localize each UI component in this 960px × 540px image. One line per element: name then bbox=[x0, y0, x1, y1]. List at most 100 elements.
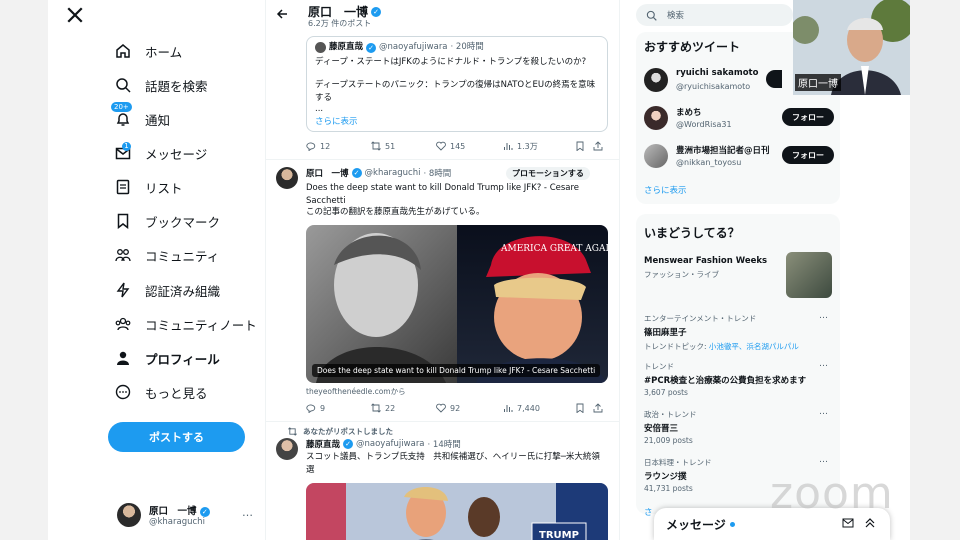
follow-button[interactable]: フォロー bbox=[782, 108, 834, 126]
reply-button[interactable]: 12 bbox=[306, 141, 371, 151]
avatar[interactable] bbox=[276, 438, 298, 460]
panel-title: おすすめツイート bbox=[644, 40, 741, 54]
nav-label: 認証済み組織 bbox=[145, 283, 221, 299]
trend-thumbnail bbox=[786, 252, 832, 298]
trend-category: 政治・トレンド bbox=[644, 410, 697, 419]
verified-badge-icon: ✓ bbox=[199, 507, 210, 517]
bookmark-button[interactable] bbox=[575, 403, 593, 413]
trend-item[interactable]: トレンド #PCR検査と治療薬の公費負担を求めます 3,607 posts … bbox=[644, 359, 834, 397]
quote-tweet-card[interactable]: 藤原直哉 ✓ @naoyafujiwara · 20時間 ディープ・ステートはJ… bbox=[306, 36, 608, 132]
search-placeholder: 検索 bbox=[667, 11, 685, 21]
trend-featured[interactable]: Menswear Fashion Weeks ファッション・ライブ bbox=[644, 252, 834, 298]
account-switcher[interactable]: 原口 一博 ✓ @kharaguchi … bbox=[117, 500, 257, 530]
nav-notifications[interactable]: 20+ 通知 bbox=[111, 102, 170, 133]
reposted-label: あなたがリポストしました bbox=[303, 427, 393, 436]
message-badge: 1 bbox=[122, 142, 131, 151]
back-arrow-icon[interactable] bbox=[276, 8, 288, 24]
more-dots-icon[interactable]: … bbox=[819, 311, 828, 321]
nav-label: もっと見る bbox=[145, 385, 208, 401]
reply-count: 12 bbox=[320, 141, 331, 151]
expand-chevron-icon[interactable] bbox=[864, 517, 876, 532]
user-name: まめち bbox=[676, 108, 702, 118]
nav-label: ブックマーク bbox=[145, 214, 221, 230]
tweet[interactable]: あなたがリポストしました 藤原直哉 ✓ @naoyafujiwara · 14時… bbox=[266, 421, 619, 540]
show-more-link[interactable]: さらに表示 bbox=[315, 116, 599, 129]
like-button[interactable]: 92 bbox=[436, 403, 503, 413]
trend-topic-links[interactable]: 小池徹平、浜名湖パルパル bbox=[709, 342, 799, 351]
nav-label: リスト bbox=[145, 180, 183, 196]
tweet-handle: @naoyafujiwara bbox=[356, 439, 425, 449]
repost-button[interactable]: 22 bbox=[371, 403, 436, 413]
zoom-watermark: zoom bbox=[770, 468, 894, 519]
x-logo-icon[interactable] bbox=[66, 6, 84, 28]
video-participant-tile: 原口一博 bbox=[793, 0, 910, 95]
share-button[interactable] bbox=[593, 403, 603, 413]
tweet-time: · 14時間 bbox=[427, 440, 461, 450]
mail-icon: 1 bbox=[115, 142, 131, 161]
person-icon bbox=[115, 350, 131, 366]
link-source[interactable]: theyeofthenéedle.comから bbox=[306, 386, 406, 397]
tweet[interactable]: 原口 一博 ✓ @kharaguchi · 8時間 プロモーションする Does… bbox=[266, 159, 619, 421]
avatar bbox=[644, 144, 668, 168]
tweet-author: 原口 一博 bbox=[306, 169, 349, 179]
nav-lists[interactable]: リスト bbox=[115, 173, 183, 201]
nav-more[interactable]: もっと見る bbox=[115, 378, 208, 406]
verified-badge-icon: ✓ bbox=[371, 6, 382, 17]
trend-topic-label: トレンドトピック: bbox=[644, 342, 709, 351]
quote-author: 藤原直哉 bbox=[329, 42, 364, 52]
more-dots-icon[interactable]: … bbox=[819, 407, 828, 417]
profile-header: 原口 一博 ✓ 6.2万 件のポスト bbox=[266, 0, 619, 34]
nav-verified-orgs[interactable]: 認証済み組織 bbox=[115, 276, 220, 304]
nav-bookmarks[interactable]: ブックマーク bbox=[115, 207, 220, 235]
nav-community-notes[interactable]: コミュニティノート bbox=[115, 310, 257, 338]
user-name: 豊洲市場担当記者@日刊 bbox=[676, 146, 770, 156]
recommended-user[interactable]: 豊洲市場担当記者@日刊 @nikkan_toyosu フォロー bbox=[644, 142, 834, 172]
trend-item[interactable]: 政治・トレンド 安倍晋三 21,009 posts … bbox=[644, 407, 834, 445]
nav-communities[interactable]: コミュニティ bbox=[115, 241, 219, 269]
search-bar[interactable]: 検索 bbox=[636, 4, 793, 26]
timeline[interactable]: 原口 一博 ✓ 6.2万 件のポスト 藤原直哉 ✓ @naoyafujiwara … bbox=[265, 0, 620, 540]
show-more-link[interactable]: さらに表示 bbox=[644, 184, 687, 196]
recommended-user[interactable]: まめち @WordRisa31 フォロー bbox=[644, 104, 834, 134]
new-message-icon[interactable] bbox=[842, 517, 854, 532]
repost-count: 51 bbox=[385, 141, 396, 151]
nav-messages[interactable]: 1 メッセージ bbox=[115, 139, 207, 167]
list-icon bbox=[115, 179, 131, 195]
show-more-link[interactable]: さ bbox=[644, 506, 653, 518]
nav-label: ホーム bbox=[145, 44, 183, 60]
messages-label: メッセージ bbox=[666, 517, 726, 532]
post-button[interactable]: ポストする bbox=[108, 422, 245, 452]
link-card-image[interactable]: AMERICA GREAT AGAIN Does the deep state … bbox=[306, 225, 608, 383]
views-button[interactable]: 7,440 bbox=[503, 403, 575, 413]
nav-home[interactable]: ホーム bbox=[115, 37, 182, 65]
jfk-trump-photo: AMERICA GREAT AGAIN bbox=[306, 225, 608, 383]
share-button[interactable] bbox=[593, 141, 603, 151]
follow-button[interactable]: フォロー bbox=[782, 146, 834, 164]
avatar[interactable] bbox=[276, 167, 298, 189]
reply-button[interactable]: 9 bbox=[306, 403, 371, 413]
reply-icon bbox=[306, 142, 316, 151]
quote-text-2: ディープステートのパニック：トランプの復帰はNATOとEUの終焉を意味する bbox=[315, 80, 596, 103]
like-button[interactable]: 145 bbox=[436, 141, 503, 151]
heart-icon bbox=[436, 141, 446, 151]
nav-profile[interactable]: プロフィール bbox=[115, 344, 220, 372]
more-dots-icon[interactable]: … bbox=[242, 506, 253, 519]
search-icon bbox=[646, 10, 657, 21]
more-dots-icon[interactable]: … bbox=[819, 359, 828, 369]
tweet-author: 藤原直哉 bbox=[306, 440, 341, 450]
trend-item[interactable]: エンターテインメント・トレンド 篠田麻里子 トレンドトピック: 小池徹平、浜名湖… bbox=[644, 311, 834, 352]
notification-badge: 20+ bbox=[111, 102, 132, 112]
repost-button[interactable]: 51 bbox=[371, 141, 436, 151]
avatar bbox=[117, 503, 141, 527]
quote-handle: @naoyafujiwara bbox=[379, 42, 448, 52]
more-dots-icon[interactable]: … bbox=[819, 455, 828, 465]
follow-button[interactable] bbox=[766, 70, 782, 88]
verified-badge-icon: ✓ bbox=[366, 42, 377, 53]
promote-button[interactable]: プロモーションする bbox=[506, 167, 590, 180]
bookmark-button[interactable] bbox=[575, 141, 593, 151]
nav-explore[interactable]: 話題を検索 bbox=[115, 71, 208, 99]
tweet-text: この記事の翻訳を藤原直哉先生があげている。 bbox=[306, 207, 485, 217]
views-button[interactable]: 1.3万 bbox=[503, 141, 575, 152]
tweet-image[interactable]: TRUMP bbox=[306, 483, 608, 540]
nav-label: メッセージ bbox=[145, 146, 208, 162]
